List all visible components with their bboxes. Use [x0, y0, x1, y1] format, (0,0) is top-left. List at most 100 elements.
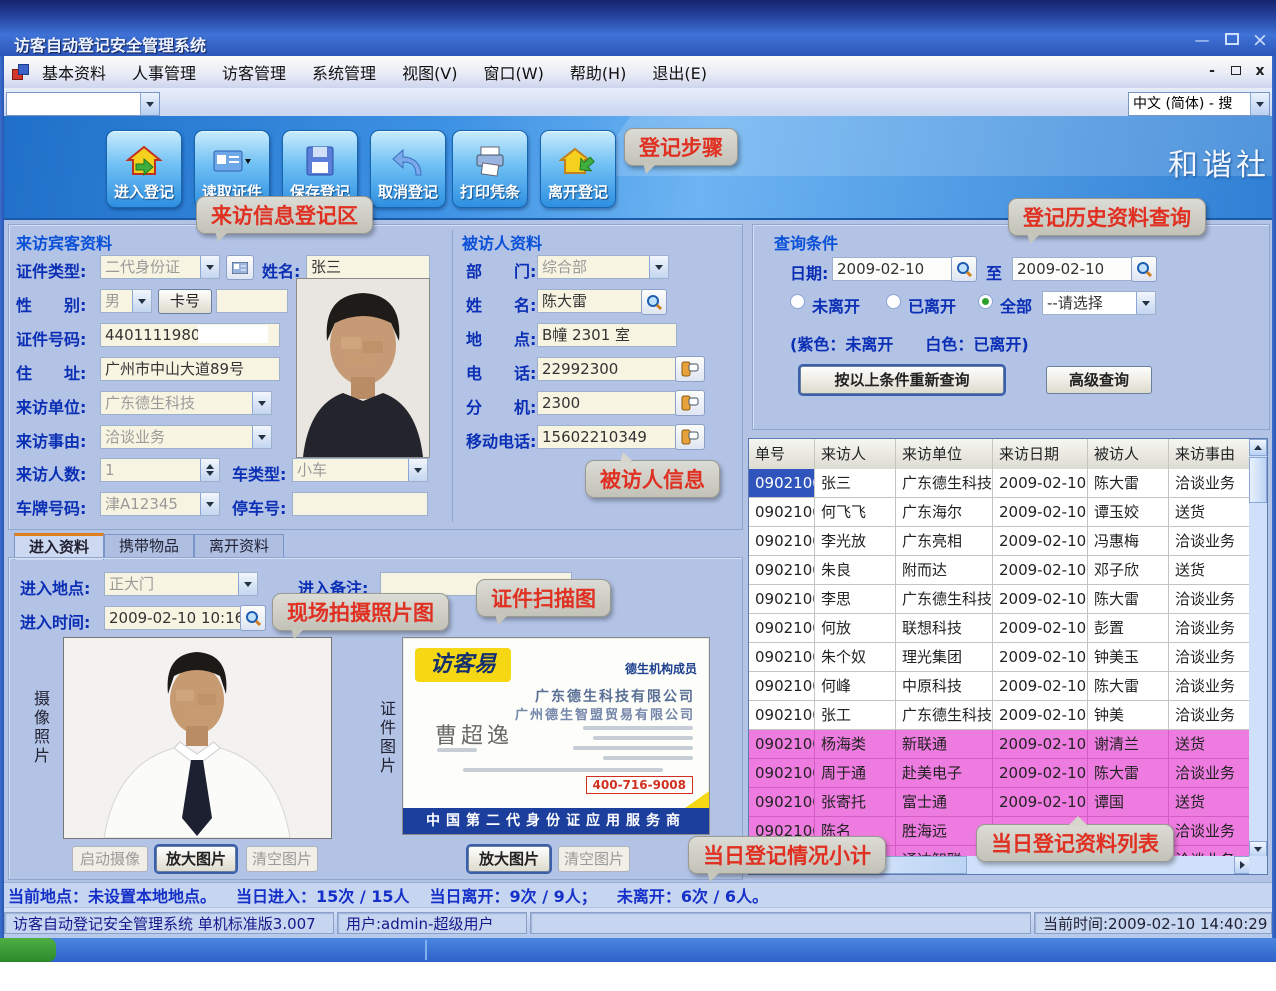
table-cell[interactable]: 李光放 [815, 527, 896, 556]
chevron-down-icon[interactable] [1136, 292, 1155, 314]
start-button[interactable] [0, 938, 56, 962]
table-cell[interactable]: 谭玉姣 [1088, 498, 1169, 527]
call-tel-button[interactable] [675, 356, 705, 382]
date-from-picker-button[interactable] [951, 256, 977, 282]
chevron-down-icon[interactable] [200, 256, 219, 278]
photo-clear-button[interactable]: 清空图片 [246, 846, 318, 872]
language-chevron-down-icon[interactable] [1250, 93, 1269, 115]
start-camera-button[interactable]: 启动摄像 [72, 846, 148, 872]
radio-all[interactable] [978, 294, 993, 309]
table-cell[interactable]: 洽谈业务 [1169, 614, 1251, 643]
table-row[interactable]: 090210005李思广东德生科技2009-02-10陈大雷洽谈业务 [749, 585, 1251, 614]
leave-register-button[interactable]: 离开登记 [540, 130, 616, 208]
close-button[interactable]: × [1248, 30, 1272, 50]
table-cell[interactable]: 090210006 [749, 614, 815, 643]
table-cell[interactable]: 2009-02-10 [993, 701, 1088, 730]
table-row[interactable]: 090210010杨海类新联通2009-02-10谢清兰送货 [749, 730, 1251, 759]
table-cell[interactable]: 杨海类 [815, 730, 896, 759]
table-cell[interactable]: 洽谈业务 [1169, 672, 1251, 701]
table-cell[interactable]: 2009-02-10 [993, 527, 1088, 556]
chevron-down-icon[interactable] [200, 493, 219, 515]
print-slip-button[interactable]: 打印凭条 [452, 130, 528, 208]
table-cell[interactable]: 090210002 [749, 498, 815, 527]
table-cell[interactable]: 送货 [1169, 498, 1251, 527]
table-cell[interactable]: 洽谈业务 [1169, 817, 1251, 846]
quick-search-combobox[interactable] [6, 92, 160, 116]
table-cell[interactable]: 钟美 [1088, 701, 1169, 730]
table-cell[interactable]: 中原科技 [896, 672, 993, 701]
enter-place-combobox[interactable]: 正大门 [104, 572, 258, 596]
table-row[interactable]: 090210003李光放广东亮相2009-02-10冯惠梅洽谈业务 [749, 527, 1251, 556]
call-mobile-button[interactable] [675, 424, 705, 450]
table-cell[interactable]: 张寄托 [815, 788, 896, 817]
radio-left[interactable] [886, 294, 901, 309]
scrollbar-thumb[interactable] [1249, 457, 1267, 503]
table-row[interactable]: 090210008何峰中原科技2009-02-10陈大雷洽谈业务 [749, 672, 1251, 701]
table-cell[interactable]: 附而达 [896, 556, 993, 585]
table-cell[interactable]: 钟美玉 [1088, 643, 1169, 672]
table-row[interactable]: 090210006何放联想科技2009-02-10彭置洽谈业务 [749, 614, 1251, 643]
table-cell[interactable]: 090210012 [749, 788, 815, 817]
card-number-field[interactable] [216, 289, 288, 313]
radio-not-left[interactable] [790, 294, 805, 309]
mdi-close-button[interactable]: x [1250, 62, 1270, 80]
chevron-down-icon[interactable] [140, 93, 159, 115]
table-cell[interactable]: 送货 [1169, 730, 1251, 759]
table-cell[interactable]: 广东德生科技 [896, 701, 993, 730]
advanced-query-button[interactable]: 高级查询 [1046, 366, 1152, 394]
date-from-field[interactable]: 2009-02-10 [832, 257, 956, 281]
visit-unit-combobox[interactable]: 广东德生科技 [100, 391, 272, 415]
id-type-combobox[interactable]: 二代身份证 [100, 255, 220, 279]
date-to-field[interactable]: 2009-02-10 [1012, 257, 1136, 281]
table-cell[interactable]: 2009-02-10 [993, 556, 1088, 585]
enter-register-button[interactable]: 进入登记 [106, 130, 182, 208]
tab-carried-items[interactable]: 携带物品 [104, 534, 194, 558]
table-cell[interactable]: 090210001 [749, 469, 815, 498]
language-bar[interactable]: 中文 (简体) - 搜 [1128, 92, 1270, 116]
table-cell[interactable]: 冯惠梅 [1088, 527, 1169, 556]
table-cell[interactable]: 2009-02-10 [993, 585, 1088, 614]
date-to-picker-button[interactable] [1131, 256, 1157, 282]
host-place-field[interactable]: B幢 2301 室 [537, 323, 677, 347]
menu-view[interactable]: 视图(V) [402, 60, 457, 84]
table-cell[interactable]: 理光集团 [896, 643, 993, 672]
table-cell[interactable]: 洽谈业务 [1169, 527, 1251, 556]
filter-select[interactable]: --请选择 [1042, 291, 1156, 315]
call-ext-button[interactable] [675, 390, 705, 416]
table-cell[interactable]: 广东亮相 [896, 527, 993, 556]
card-clear-button[interactable]: 清空图片 [558, 846, 630, 872]
table-row[interactable]: 090210009张工广东德生科技2009-02-10钟美洽谈业务 [749, 701, 1251, 730]
table-cell[interactable]: 陈大雷 [1088, 672, 1169, 701]
card-zoom-button[interactable]: 放大图片 [468, 846, 550, 872]
table-cell[interactable]: 送货 [1169, 788, 1251, 817]
table-cell[interactable]: 090210007 [749, 643, 815, 672]
parking-field[interactable] [292, 492, 428, 516]
enter-time-picker-button[interactable] [240, 605, 266, 631]
table-cell[interactable]: 广东海尔 [896, 498, 993, 527]
column-header[interactable]: 被访人 [1088, 439, 1169, 469]
table-cell[interactable]: 陈大雷 [1088, 469, 1169, 498]
table-cell[interactable]: 2009-02-10 [993, 643, 1088, 672]
table-cell[interactable]: 何峰 [815, 672, 896, 701]
table-cell[interactable]: 洽谈业务 [1169, 701, 1251, 730]
column-header[interactable]: 来访事由 [1169, 439, 1251, 469]
table-cell[interactable]: 090210011 [749, 759, 815, 788]
table-cell[interactable]: 新联通 [896, 730, 993, 759]
table-cell[interactable]: 朱个奴 [815, 643, 896, 672]
menu-system[interactable]: 系统管理 [312, 60, 376, 84]
column-header[interactable]: 来访日期 [993, 439, 1088, 469]
table-cell[interactable]: 090210010 [749, 730, 815, 759]
table-cell[interactable]: 何飞飞 [815, 498, 896, 527]
plate-combobox[interactable]: 津A12345 [100, 492, 220, 516]
table-cell[interactable]: 彭置 [1088, 614, 1169, 643]
table-cell[interactable]: 周于通 [815, 759, 896, 788]
host-tel-field[interactable]: 22992300 [537, 357, 677, 381]
table-cell[interactable]: 陈大雷 [1088, 759, 1169, 788]
host-name-field[interactable]: 陈大雷 [537, 289, 643, 313]
table-cell[interactable]: 邓子欣 [1088, 556, 1169, 585]
menu-hr[interactable]: 人事管理 [132, 60, 196, 84]
host-mobile-field[interactable]: 15602210349 [537, 425, 677, 449]
table-cell[interactable]: 朱良 [815, 556, 896, 585]
table-cell[interactable]: 陈大雷 [1088, 585, 1169, 614]
table-cell[interactable]: 2009-02-10 [993, 469, 1088, 498]
